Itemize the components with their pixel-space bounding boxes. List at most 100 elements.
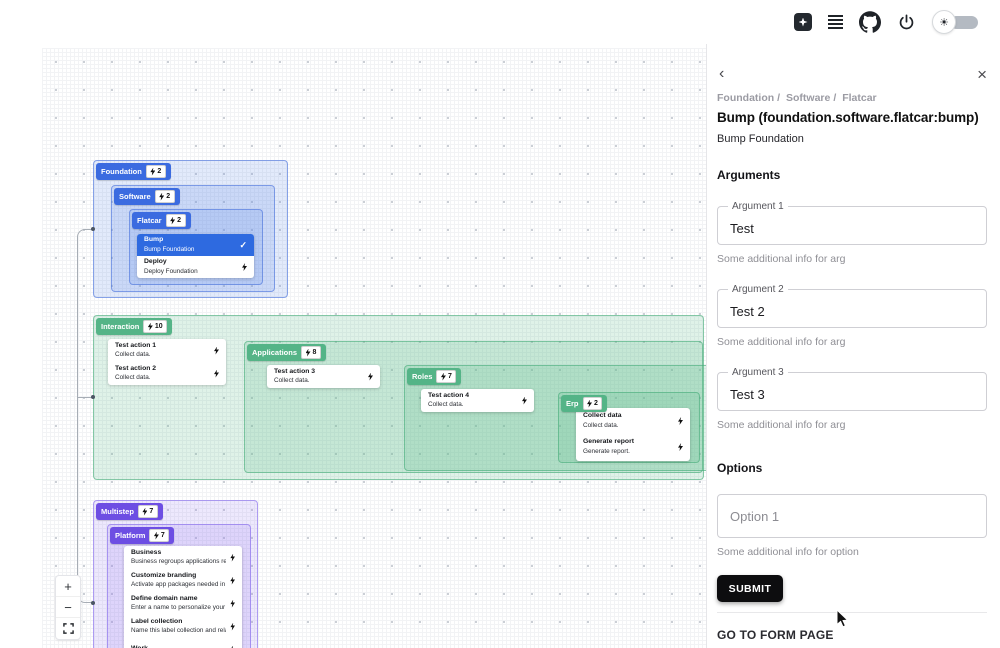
group-erp[interactable]: Erp 2 Collect data Collect data. Generat… [558, 392, 700, 463]
group-label-multistep[interactable]: Multistep 7 [96, 503, 163, 520]
group-flatcar[interactable]: Flatcar 2 Bump Bump Foundation ✓ Deploy [129, 209, 263, 285]
bolt-icon [142, 507, 148, 516]
fit-view-button[interactable] [56, 618, 80, 639]
bolt-icon [305, 348, 311, 357]
flow-canvas[interactable]: Foundation 2 Software 2 Flatcar 2 Bump B… [42, 48, 706, 648]
github-icon[interactable] [859, 11, 881, 33]
action-desc: Activate app packages needed in ... [131, 581, 227, 589]
action-row[interactable]: Test action 2 Collect data. [108, 362, 226, 385]
back-button[interactable]: ‹ [717, 66, 724, 82]
breadcrumb-item[interactable]: Flatcar [842, 92, 876, 104]
group-label-erp[interactable]: Erp 2 [561, 395, 608, 412]
breadcrumb-item[interactable]: Software [786, 92, 830, 104]
action-desc: Collect data. [274, 377, 310, 385]
edge-handle[interactable] [91, 227, 95, 231]
group-label-platform[interactable]: Platform 7 [110, 527, 175, 544]
group-label-software[interactable]: Software 2 [114, 188, 180, 205]
breadcrumb: Foundation / Software / Flatcar [717, 92, 987, 104]
close-icon[interactable]: × [977, 66, 987, 83]
action-row[interactable]: Business Business regroups applications … [124, 546, 242, 569]
action-desc: Collect data. [428, 401, 464, 409]
option-1-input[interactable] [730, 508, 986, 524]
action-row[interactable]: Generate report Generate report. [576, 434, 690, 460]
action-title: Test action 3 [274, 367, 316, 375]
badge-plus-icon[interactable] [794, 13, 812, 31]
bolt-icon [678, 417, 683, 425]
zoom-out-button[interactable]: − [56, 597, 80, 618]
action-row[interactable]: Test action 1 Collect data. [108, 339, 226, 362]
action-row[interactable]: Customize branding Activate app packages… [124, 569, 242, 592]
group-label-interaction[interactable]: Interaction 10 [96, 318, 173, 335]
bolt-icon [170, 216, 176, 225]
option-1-helper: Some additional info for option [717, 546, 859, 558]
group-multistep[interactable]: Multistep 7 Platform 7 Business Business… [93, 500, 258, 648]
argument-1-input[interactable] [730, 220, 986, 236]
group-label-foundation[interactable]: Foundation 2 [96, 163, 171, 180]
group-foundation[interactable]: Foundation 2 Software 2 Flatcar 2 Bump B… [93, 160, 288, 298]
action-title: Bump [144, 236, 164, 244]
group-roles[interactable]: Roles 7 Test action 4 Collect data. Erp [404, 365, 706, 471]
page-title: Bump (foundation.software.flatcar:bump) [717, 110, 979, 125]
action-desc: Name this label collection and relat... [131, 627, 227, 635]
bolt-icon [214, 369, 219, 378]
breadcrumb-separator: / [833, 92, 837, 104]
breadcrumb-item[interactable]: Foundation [717, 92, 774, 104]
action-row[interactable]: Label collection Name this label collect… [124, 615, 242, 638]
group-label-roles[interactable]: Roles 7 [407, 368, 462, 385]
bolt-icon [230, 622, 235, 631]
bolt-icon [368, 372, 373, 381]
sun-icon: ☀ [932, 10, 956, 34]
bolt-icon [150, 167, 156, 176]
bolt-icon [242, 263, 247, 271]
bolt-icon [440, 372, 446, 381]
group-label-flatcar[interactable]: Flatcar 2 [132, 212, 191, 229]
edge-handle[interactable] [91, 601, 95, 605]
edge-handle[interactable] [91, 395, 95, 399]
power-icon[interactable] [897, 13, 916, 32]
action-title: Test action 2 [115, 364, 157, 372]
action-desc: Collect data. [115, 374, 151, 382]
argument-2-input[interactable] [730, 303, 986, 319]
action-card-platform: Business Business regroups applications … [124, 546, 242, 648]
action-row[interactable]: Test action 3 Collect data. [267, 365, 380, 388]
group-software[interactable]: Software 2 Flatcar 2 Bump Bump Foundatio… [111, 185, 275, 292]
action-title: Customize branding [131, 571, 197, 579]
argument-3-input[interactable] [730, 386, 986, 402]
zoom-in-button[interactable]: + [56, 576, 80, 597]
action-count-badge: 8 [301, 346, 321, 359]
group-interaction[interactable]: Interaction 10 Test action 1 Collect dat… [93, 315, 706, 480]
go-to-form-page-link[interactable]: GO TO FORM PAGE [717, 628, 987, 642]
action-card-applications: Test action 3 Collect data. [267, 365, 380, 388]
action-card-erp: Collect data Collect data. Generate repo… [576, 408, 690, 461]
action-row-bump[interactable]: Bump Bump Foundation ✓ [137, 234, 254, 256]
action-desc: Deploy Foundation [144, 267, 198, 275]
action-desc: Collect data. [583, 421, 619, 429]
action-row-deploy[interactable]: Deploy Deploy Foundation [137, 256, 254, 278]
argument-2-helper: Some additional info for arg [717, 336, 846, 348]
action-count-badge: 7 [149, 529, 170, 542]
submit-button[interactable]: SUBMIT [717, 575, 783, 602]
action-row[interactable]: Work [124, 638, 242, 648]
argument-1-helper: Some additional info for arg [717, 253, 846, 265]
bolt-icon [159, 192, 165, 201]
action-row[interactable]: Test action 4 Collect data. [421, 389, 534, 412]
fit-view-icon [62, 623, 74, 634]
list-icon[interactable] [828, 15, 843, 29]
action-card-roles: Test action 4 Collect data. [421, 389, 534, 412]
bolt-icon [214, 346, 219, 355]
argument-3-label: Argument 3 [732, 367, 784, 378]
group-label-applications[interactable]: Applications 8 [247, 344, 326, 361]
options-heading: Options [717, 461, 763, 475]
group-platform[interactable]: Platform 7 Business Business regroups ap… [107, 524, 251, 648]
action-title: Define domain name [131, 594, 198, 602]
action-count-badge: 2 [582, 397, 603, 410]
argument-2-label: Argument 2 [732, 284, 784, 295]
group-applications[interactable]: Applications 8 Test action 3 Collect dat… [244, 341, 706, 473]
action-title: Test action 4 [428, 391, 470, 399]
action-count-badge: 2 [154, 190, 175, 203]
action-title: Label collection [131, 617, 183, 625]
action-row[interactable]: Define domain name Enter a name to perso… [124, 592, 242, 615]
action-title: Business [131, 548, 162, 556]
theme-toggle[interactable]: ☀ [932, 9, 978, 35]
option-1-field [717, 494, 987, 538]
